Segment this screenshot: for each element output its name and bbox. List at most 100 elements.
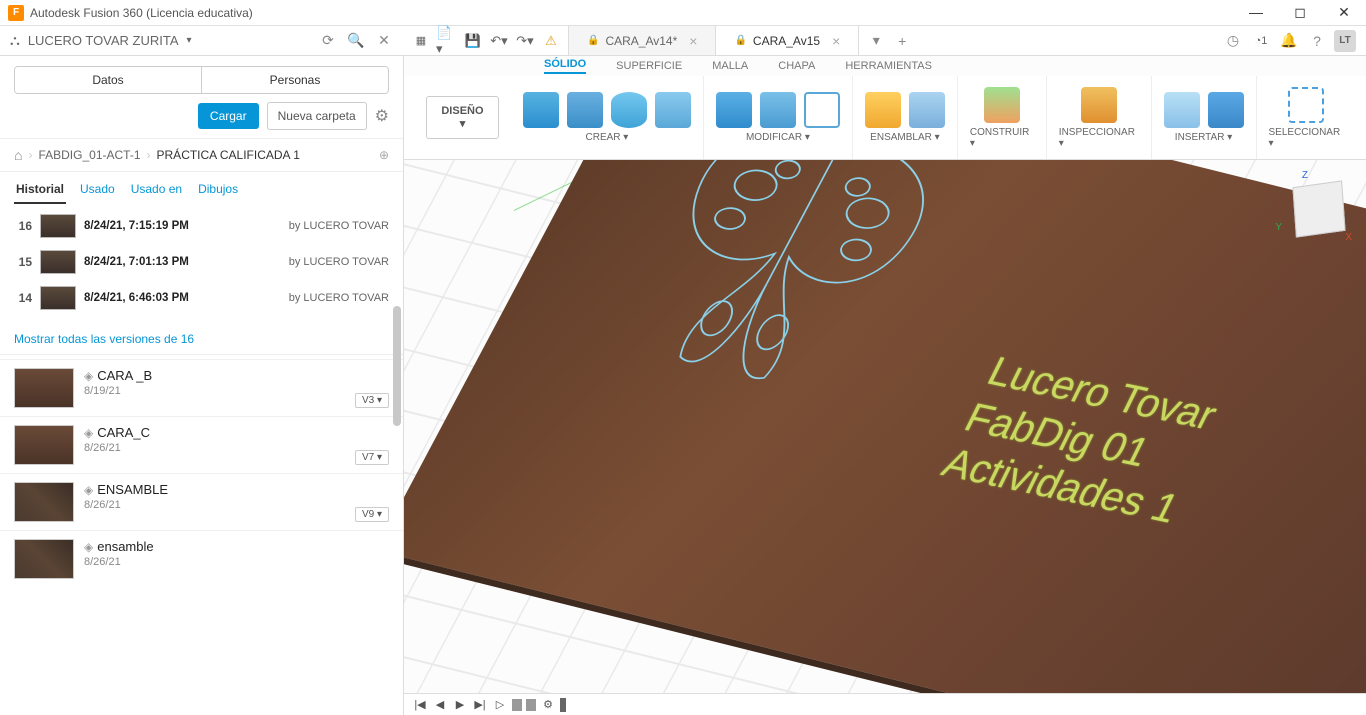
insert-decal-icon[interactable] [1208,92,1244,128]
ribbon-tab-mesh[interactable]: MALLA [712,60,748,72]
viewport[interactable]: Lucero Tovar FabDig 01 Actividades 1 Z Y… [404,160,1366,715]
new-folder-button[interactable]: Nueva carpeta [267,102,367,130]
redo-icon[interactable]: ↷▾ [514,30,536,52]
construct-icon[interactable] [984,87,1020,123]
file-menu[interactable]: 📄▾ [436,30,458,52]
file-item[interactable]: ◈CARA _B 8/19/21 V3 ▾ [0,359,403,416]
upload-button[interactable]: Cargar [198,103,259,129]
subtab-history[interactable]: Historial [14,178,66,204]
file-thumbnail [14,368,74,408]
subtab-used-in[interactable]: Usado en [129,178,184,204]
inspect-icon[interactable] [1081,87,1117,123]
file-thumbnail [14,425,74,465]
timeline-prev-icon[interactable]: ◀ [432,698,448,711]
refresh-icon[interactable]: ⟳ [318,32,338,49]
ribbon-tab-surface[interactable]: SUPERFICIE [616,60,682,72]
assemble-icon[interactable] [865,92,901,128]
revolve-icon[interactable] [611,92,647,128]
viewcube-face[interactable] [1292,180,1345,237]
ribbon-tab-tools[interactable]: HERRAMIENTAS [845,60,932,72]
scrollbar[interactable] [391,186,403,715]
close-button[interactable]: ✕ [1330,4,1358,21]
tab-people[interactable]: Personas [201,67,388,93]
search-icon[interactable]: 🔍 [346,32,366,49]
workspace-dropdown[interactable]: DISEÑO ▾ [426,96,499,139]
ribbon-label-inspect[interactable]: INSPECCIONAR ▾ [1059,127,1139,149]
file-item[interactable]: ◈CARA_C 8/26/21 V7 ▾ [0,416,403,473]
insert-derive-icon[interactable] [1164,92,1200,128]
extrude-icon[interactable] [567,92,603,128]
file-item[interactable]: ◈ENSAMBLE 8/26/21 V9 ▾ [0,473,403,530]
breadcrumb-item[interactable]: FABDIG_01-ACT-1 [38,148,140,162]
engraved-text: Lucero Tovar FabDig 01 Actividades 1 [934,348,1232,534]
timeline-feature[interactable] [512,699,522,711]
sketch-icon[interactable] [523,92,559,128]
timeline-feature[interactable] [526,699,536,711]
panel-close-icon[interactable]: ✕ [374,32,394,49]
warning-icon[interactable]: ⚠ [540,30,562,52]
breadcrumb: ⌂ › FABDIG_01-ACT-1 › PRÁCTICA CALIFICAD… [0,138,403,171]
history-row[interactable]: 15 8/24/21, 7:01:13 PM by LUCERO TOVAR [10,244,393,280]
fillet-icon[interactable] [760,92,796,128]
subtab-drawings[interactable]: Dibujos [196,178,240,204]
topbar: ⛬ LUCERO TOVAR ZURITA ▾ ⟳ 🔍 ✕ ▦ 📄▾ 💾 ↶▾ … [0,26,1366,56]
joint-icon[interactable] [909,92,945,128]
doc-tab-active[interactable]: 🔒 CARA_Av15 × [716,26,859,55]
sweep-icon[interactable] [655,92,691,128]
timeline-cursor[interactable] [560,698,566,712]
tab-list-icon[interactable]: ▾ [865,30,887,52]
version-dropdown[interactable]: V3 ▾ [355,393,389,408]
doc-tab-label: CARA_Av15 [753,34,820,48]
timeline-start-icon[interactable]: |◀ [412,698,428,711]
ribbon-label-insert[interactable]: INSERTAR ▾ [1175,132,1232,143]
minimize-button[interactable]: — [1242,4,1270,21]
new-tab-icon[interactable]: + [891,30,913,52]
scrollbar-thumb[interactable] [393,306,401,426]
select-icon[interactable] [1288,87,1324,123]
ribbon-label-assemble[interactable]: ENSAMBLAR ▾ [870,132,939,143]
version-dropdown[interactable]: V7 ▾ [355,450,389,465]
subtabs: Historial Usado Usado en Dibujos [0,171,403,204]
canvas-area: SÓLIDO SUPERFICIE MALLA CHAPA HERRAMIENT… [404,56,1366,715]
save-icon[interactable]: 💾 [462,30,484,52]
timeline-end-icon[interactable]: ▶| [472,698,488,711]
doc-tab-label: CARA_Av14* [605,34,677,48]
job-status[interactable]: ◔ 1 [1250,30,1272,52]
history-row[interactable]: 16 8/24/21, 7:15:19 PM by LUCERO TOVAR [10,208,393,244]
apps-icon[interactable]: ▦ [410,30,432,52]
extensions-icon[interactable]: ◷ [1222,30,1244,52]
ribbon-label-modify[interactable]: MODIFICAR ▾ [746,132,810,143]
maximize-button[interactable]: ◻ [1286,4,1314,21]
timeline-play-icon[interactable]: ▷ [492,698,508,711]
ribbon-label-construct[interactable]: CONSTRUIR ▾ [970,127,1034,149]
file-item[interactable]: ◈ensamble 8/26/21 [0,530,403,587]
shell-icon[interactable] [804,92,840,128]
tab-close-icon[interactable]: × [832,33,840,49]
ribbon-label-create[interactable]: CREAR ▾ [586,132,629,143]
version-dropdown[interactable]: V9 ▾ [355,507,389,522]
home-icon[interactable]: ⌂ [14,147,22,163]
timeline-settings-icon[interactable]: ⚙ [540,698,556,711]
user-avatar[interactable]: LT [1334,30,1356,52]
ribbon-tab-solid[interactable]: SÓLIDO [544,58,586,74]
notifications-icon[interactable]: 🔔 [1278,30,1300,52]
tab-close-icon[interactable]: × [689,33,697,49]
viewcube[interactable]: Z Y X [1276,170,1356,260]
gear-icon[interactable]: ⚙ [375,106,389,126]
globe-icon[interactable]: ⊕ [379,148,389,162]
show-all-versions-link[interactable]: Mostrar todas las versiones de 16 [0,324,403,354]
tab-data[interactable]: Datos [15,67,201,93]
data-panel: Datos Personas Cargar Nueva carpeta ⚙ ⌂ … [0,56,404,715]
ribbon-label-select[interactable]: SELECCIONAR ▾ [1269,127,1345,149]
file-list: ◈CARA _B 8/19/21 V3 ▾ ◈CARA_C 8/26/21 V7… [0,354,403,591]
history-row[interactable]: 14 8/24/21, 6:46:03 PM by LUCERO TOVAR [10,280,393,316]
data-panel-header[interactable]: ⛬ LUCERO TOVAR ZURITA ▾ ⟳ 🔍 ✕ [0,32,404,49]
doc-tab[interactable]: 🔒 CARA_Av14* × [569,26,716,55]
timeline: |◀ ◀ ▶ ▶| ▷ ⚙ [404,693,1366,715]
timeline-next-icon[interactable]: ▶ [452,698,468,711]
help-icon[interactable]: ? [1306,30,1328,52]
ribbon-tab-sheet[interactable]: CHAPA [778,60,815,72]
undo-icon[interactable]: ↶▾ [488,30,510,52]
subtab-used[interactable]: Usado [78,178,117,204]
press-pull-icon[interactable] [716,92,752,128]
